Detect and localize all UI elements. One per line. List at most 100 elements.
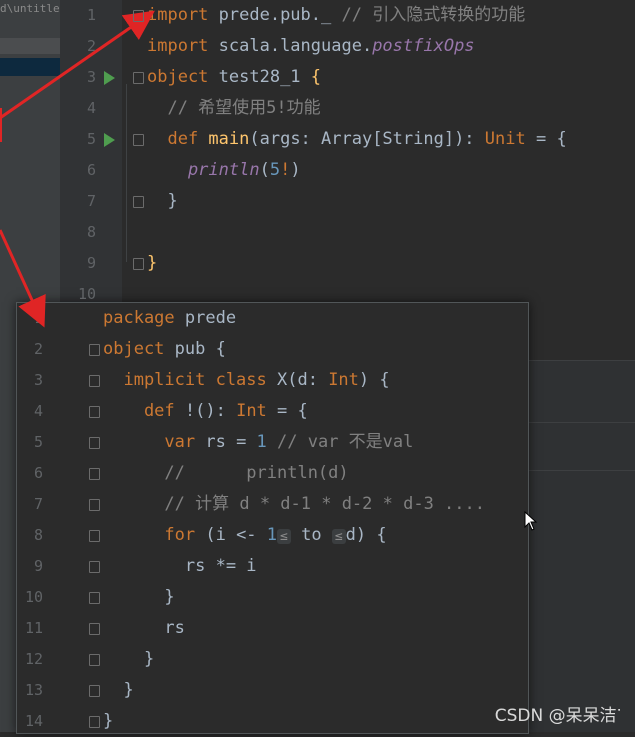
code-token: println	[147, 160, 260, 180]
code-token: !	[280, 160, 291, 180]
code-token: // 引入隐式转换的功能	[341, 5, 526, 25]
line-number: 11	[24, 619, 43, 637]
code-token: (args: Array[String]):	[249, 129, 485, 149]
code-token: d) {	[345, 525, 387, 545]
code-token: rs	[103, 618, 185, 638]
sidebar-selection-row[interactable]	[0, 38, 60, 54]
code-line[interactable]: for (i <- 1 ≤ to ≤ d) {	[103, 520, 387, 551]
code-line[interactable]: // 计算 d * d-1 * d-2 * d-3 ....	[103, 489, 495, 520]
fold-marker-icon[interactable]	[133, 72, 144, 84]
code-token: 1	[266, 525, 278, 545]
sidebar-active-row[interactable]	[0, 58, 60, 76]
code-line[interactable]: def main(args: Array[String]): Unit = {	[147, 124, 567, 155]
fold-marker-icon[interactable]	[133, 196, 144, 208]
code-token: }	[147, 253, 158, 273]
line-number: 4	[86, 99, 96, 117]
code-token: Int	[328, 370, 359, 390]
fold-marker-icon[interactable]	[89, 530, 100, 542]
code-token: = {	[266, 401, 308, 421]
code-token: }	[147, 191, 178, 211]
code-token: package	[103, 308, 175, 328]
code-token: // 希望使用5!功能	[147, 98, 321, 118]
fold-marker-icon[interactable]	[133, 258, 144, 270]
code-token: // 计算 d * d-1 * d-2 * d-3 ....	[103, 494, 496, 514]
line-number: 8	[33, 526, 43, 544]
code-line[interactable]: println(5!)	[147, 155, 301, 186]
fold-marker-icon[interactable]	[133, 10, 144, 22]
code-token: )	[290, 160, 301, 180]
mouse-pointer-icon	[524, 511, 538, 531]
code-token: X(d:	[277, 370, 329, 390]
fold-marker-icon[interactable]	[89, 685, 100, 697]
fold-marker-icon[interactable]	[89, 499, 100, 511]
line-number: 7	[33, 495, 43, 513]
code-token: to	[290, 525, 332, 545]
code-token: prede	[174, 308, 237, 328]
code-line[interactable]: }	[147, 186, 178, 217]
fold-marker-icon[interactable]	[89, 623, 100, 635]
fold-marker-icon[interactable]	[89, 716, 100, 728]
code-line[interactable]: // println(d)	[103, 458, 348, 489]
line-number: 4	[33, 402, 43, 420]
line-number: 10	[77, 285, 96, 303]
code-token: pub {	[164, 339, 226, 359]
code-token: }	[103, 587, 175, 607]
code-token: ≤	[331, 529, 346, 544]
line-number: 6	[33, 464, 43, 482]
code-token: 5	[269, 160, 281, 180]
code-line[interactable]: def !(): Int = {	[103, 396, 308, 427]
code-line[interactable]: import prede.pub._ // 引入隐式转换的功能	[147, 0, 525, 31]
line-number: 5	[86, 130, 96, 148]
code-token: }	[103, 711, 114, 731]
fold-marker-icon[interactable]	[89, 468, 100, 480]
fold-marker-icon[interactable]	[89, 344, 100, 356]
code-line[interactable]: }	[103, 706, 113, 737]
code-line[interactable]: }	[103, 644, 154, 675]
code-line[interactable]: var rs = 1 // var 不是val	[103, 427, 413, 458]
indent-guide	[126, 84, 127, 262]
line-number: 1	[33, 309, 43, 327]
code-token: import	[147, 36, 209, 56]
fold-marker-icon[interactable]	[89, 592, 100, 604]
code-token: !():	[184, 401, 237, 421]
code-token: (	[259, 160, 270, 180]
line-number: 10	[24, 588, 43, 606]
line-number: 9	[86, 254, 96, 272]
line-number: 2	[33, 340, 43, 358]
code-token: def	[103, 401, 185, 421]
code-line[interactable]: }	[103, 675, 133, 706]
fold-marker-icon[interactable]	[89, 437, 100, 449]
code-line[interactable]: object pub {	[103, 334, 226, 365]
code-line[interactable]: implicit class X(d: Int) {	[103, 365, 390, 396]
code-line[interactable]: rs	[103, 613, 185, 644]
code-token: }	[103, 649, 155, 669]
code-token: ) {	[358, 370, 390, 390]
watermark: CSDN @呆呆洁ᐝ	[494, 706, 621, 726]
code-line[interactable]: object test28_1 {	[147, 62, 321, 93]
code-token: implicit class	[103, 370, 277, 390]
code-line[interactable]: import scala.language.postfixOps	[147, 31, 475, 62]
fold-marker-icon[interactable]	[89, 406, 100, 418]
code-line[interactable]: rs *= i	[103, 551, 257, 582]
code-token: for	[103, 525, 206, 545]
code-token: = {	[525, 129, 567, 149]
run-icon[interactable]	[104, 71, 115, 85]
fold-marker-icon[interactable]	[89, 561, 100, 573]
line-number: 6	[86, 161, 96, 179]
code-token: Int	[236, 401, 267, 421]
code-line[interactable]: package prede	[103, 303, 236, 334]
code-line[interactable]: // 希望使用5!功能	[147, 93, 321, 124]
fold-marker-icon[interactable]	[89, 654, 100, 666]
code-line[interactable]: }	[147, 248, 157, 279]
fold-marker-icon[interactable]	[89, 375, 100, 387]
code-token: main	[208, 129, 250, 149]
code-token: prede.pub._	[208, 5, 342, 25]
run-icon[interactable]	[104, 133, 115, 147]
code-token: test28_1	[208, 67, 311, 87]
definition-popup[interactable]: 1 package prede 2 object pub {3 implicit cl…	[16, 302, 529, 734]
line-number: 5	[33, 433, 43, 451]
code-token: // var 不是val	[266, 432, 414, 452]
fold-marker-icon[interactable]	[133, 134, 144, 146]
code-line[interactable]: }	[103, 582, 175, 613]
project-path: d\untitlec	[0, 2, 60, 15]
